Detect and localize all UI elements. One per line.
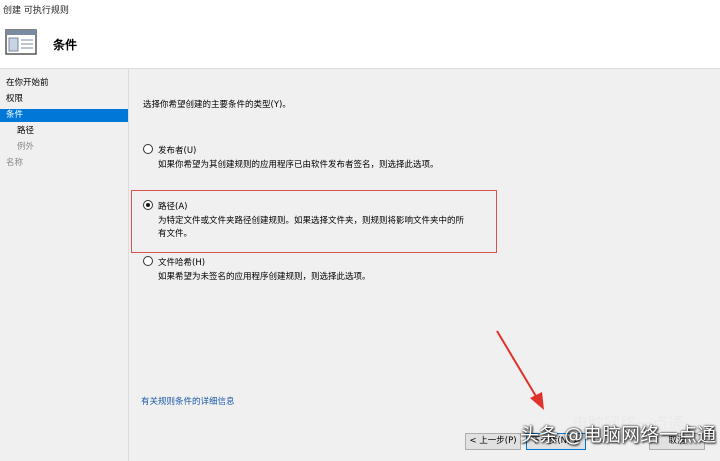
- watermark: 头条 @电脑网络一点通: [520, 424, 717, 446]
- annotation-arrow: [496, 330, 544, 410]
